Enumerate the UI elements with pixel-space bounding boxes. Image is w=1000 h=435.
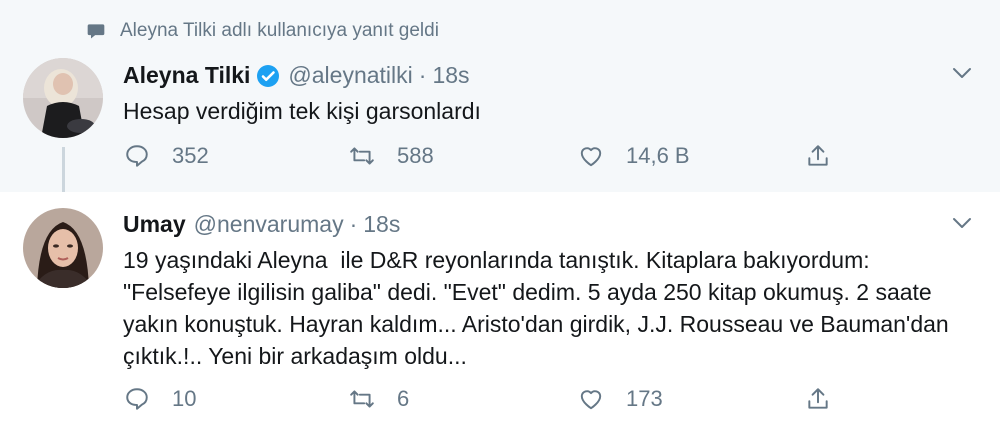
like-count: 14,6 B [626,143,690,168]
retweet-icon [350,147,374,165]
speech-bubble-icon [87,24,105,39]
separator-dot: · [349,211,358,237]
like-count: 173 [626,386,663,411]
tweet-actions: 10 6 173 [124,386,844,418]
like-icon [580,147,602,167]
like-icon [580,390,602,410]
verified-badge-icon [257,64,280,87]
separator-dot: · [418,62,427,88]
reply-count: 352 [172,143,209,168]
avatar-image [23,208,103,288]
retweet-count: 6 [397,386,410,411]
share-icon [808,388,828,409]
tweet-header: Aleyna Tilki @aleynatilki · 18s [123,62,470,89]
like-button[interactable]: 173 [578,386,663,412]
retweet-count: 588 [397,143,434,168]
tweet-header: Umay @nenvarumay · 18s [123,211,400,238]
share-button[interactable] [805,386,831,412]
tweet-text: 19 yaşındaki Aleyna ile D&R reyonlarında… [123,247,956,369]
like-button[interactable]: 14,6 B [578,143,690,169]
tweet-parent[interactable]: Aleyna Tilki adlı kullanıcıya yanıt geld… [0,0,1000,192]
reply-count: 10 [172,386,197,411]
display-name[interactable]: Aleyna Tilki [123,62,250,89]
share-button[interactable] [805,143,831,169]
chevron-down-icon[interactable] [952,216,972,230]
user-handle[interactable]: @nenvarumay [194,211,344,238]
reply-button[interactable]: 352 [124,143,209,169]
reply-context: Aleyna Tilki adlı kullanıcıya yanıt geld… [86,20,439,42]
avatar[interactable] [23,58,103,138]
reply-button[interactable]: 10 [124,386,196,412]
retweet-button[interactable]: 6 [349,386,409,412]
tweet-text: Hesap verdiğim tek kişi garsonlardı [123,98,481,124]
tweet-actions: 352 588 14,6 B [124,143,844,175]
tweet-reply[interactable]: Umay @nenvarumay · 18s 19 yaşındaki Aley… [0,192,1000,435]
chevron-down-icon[interactable] [952,66,972,80]
share-icon [808,145,828,166]
timestamp[interactable]: 18s [363,211,400,238]
display-name[interactable]: Umay [123,211,186,238]
retweet-icon [350,390,374,408]
reply-icon [126,145,148,167]
timestamp[interactable]: 18s [432,62,469,89]
reply-context-text: Aleyna Tilki adlı kullanıcıya yanıt geld… [120,20,439,41]
avatar[interactable] [23,208,103,288]
reply-icon [126,388,148,410]
user-handle[interactable]: @aleynatilki [288,62,412,89]
avatar-image [23,58,103,138]
retweet-button[interactable]: 588 [349,143,434,169]
